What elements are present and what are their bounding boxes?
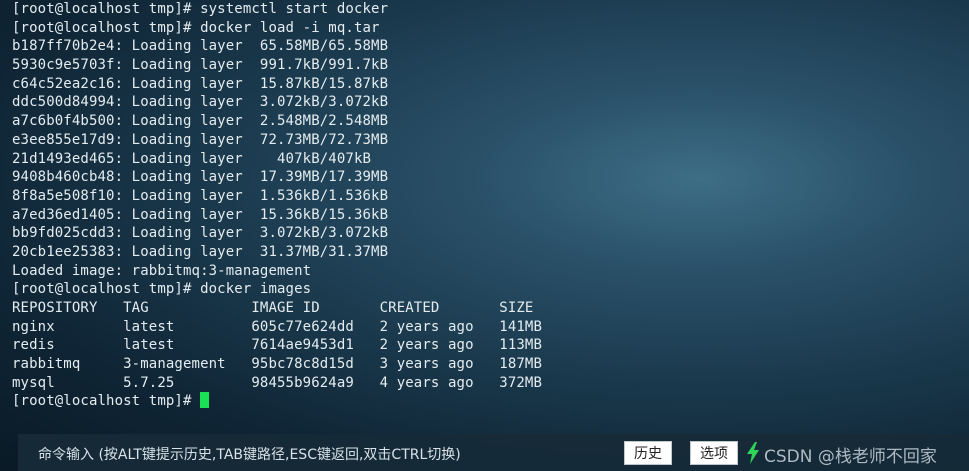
- terminal-line: 21d1493ed465: Loading layer 407kB/407kB: [12, 150, 372, 167]
- options-button[interactable]: 选项: [690, 441, 738, 465]
- terminal-line: [root@localhost tmp]# systemctl start do…: [12, 1, 389, 17]
- terminal-line: mysql 5.7.25 98455b9624a9 4 years ago 37…: [12, 374, 543, 391]
- terminal-line: 9408b460cb48: Loading layer 17.39MB/17.3…: [12, 169, 389, 186]
- terminal-line: e3ee855e17d9: Loading layer 72.73MB/72.7…: [12, 131, 389, 148]
- terminal-line: 5930c9e5703f: Loading layer 991.7kB/991.…: [12, 57, 389, 74]
- terminal-output[interactable]: [root@localhost tmp]# systemctl start do…: [0, 0, 969, 430]
- terminal-line: ddc500d84994: Loading layer 3.072kB/3.07…: [12, 94, 389, 111]
- terminal-line: 20cb1ee25383: Loading layer 31.37MB/31.3…: [12, 243, 389, 260]
- terminal-line: [root@localhost tmp]# docker load -i mq.…: [12, 19, 380, 36]
- terminal-line: rabbitmq 3-management 95bc78c8d15d 3 yea…: [12, 356, 543, 373]
- terminal-line: REPOSITORY TAG IMAGE ID CREATED SIZE: [12, 300, 534, 316]
- terminal-line: redis latest 7614ae9453d1 2 years ago 11…: [12, 337, 543, 354]
- terminal-line: a7c6b0f4b500: Loading layer 2.548MB/2.54…: [12, 113, 389, 130]
- terminal-line: 8f8a5e508f10: Loading layer 1.536kB/1.53…: [12, 187, 389, 204]
- lightning-bolt-icon[interactable]: [746, 442, 760, 464]
- terminal-line: nginx latest 605c77e624dd 2 years ago 14…: [12, 318, 543, 335]
- terminal-line: [root@localhost tmp]# docker images: [12, 281, 312, 298]
- csdn-watermark: CSDN @栈老师不回家: [764, 447, 937, 467]
- terminal-line: bb9fd025cdd3: Loading layer 3.072kB/3.07…: [12, 225, 389, 242]
- terminal-prompt-line[interactable]: [root@localhost tmp]#: [12, 392, 969, 411]
- terminal-prompt: [root@localhost tmp]#: [12, 393, 201, 410]
- terminal-line: a7ed36ed1405: Loading layer 15.36kB/15.3…: [12, 206, 389, 223]
- terminal-line: c64c52ea2c16: Loading layer 15.87kB/15.8…: [12, 75, 389, 92]
- history-button[interactable]: 历史: [624, 441, 672, 465]
- terminal-cursor: [200, 392, 210, 409]
- terminal-line: Loaded image: rabbitmq:3-management: [12, 262, 312, 279]
- terminal-line: b187ff70b2e4: Loading layer 65.58MB/65.5…: [12, 38, 389, 55]
- command-input-hint[interactable]: 命令输入 (按ALT键提示历史,TAB键路径,ESC键返回,双击CTRL切换): [38, 444, 461, 464]
- command-input-bar[interactable]: 命令输入 (按ALT键提示历史,TAB键路径,ESC键返回,双击CTRL切换) …: [18, 434, 969, 471]
